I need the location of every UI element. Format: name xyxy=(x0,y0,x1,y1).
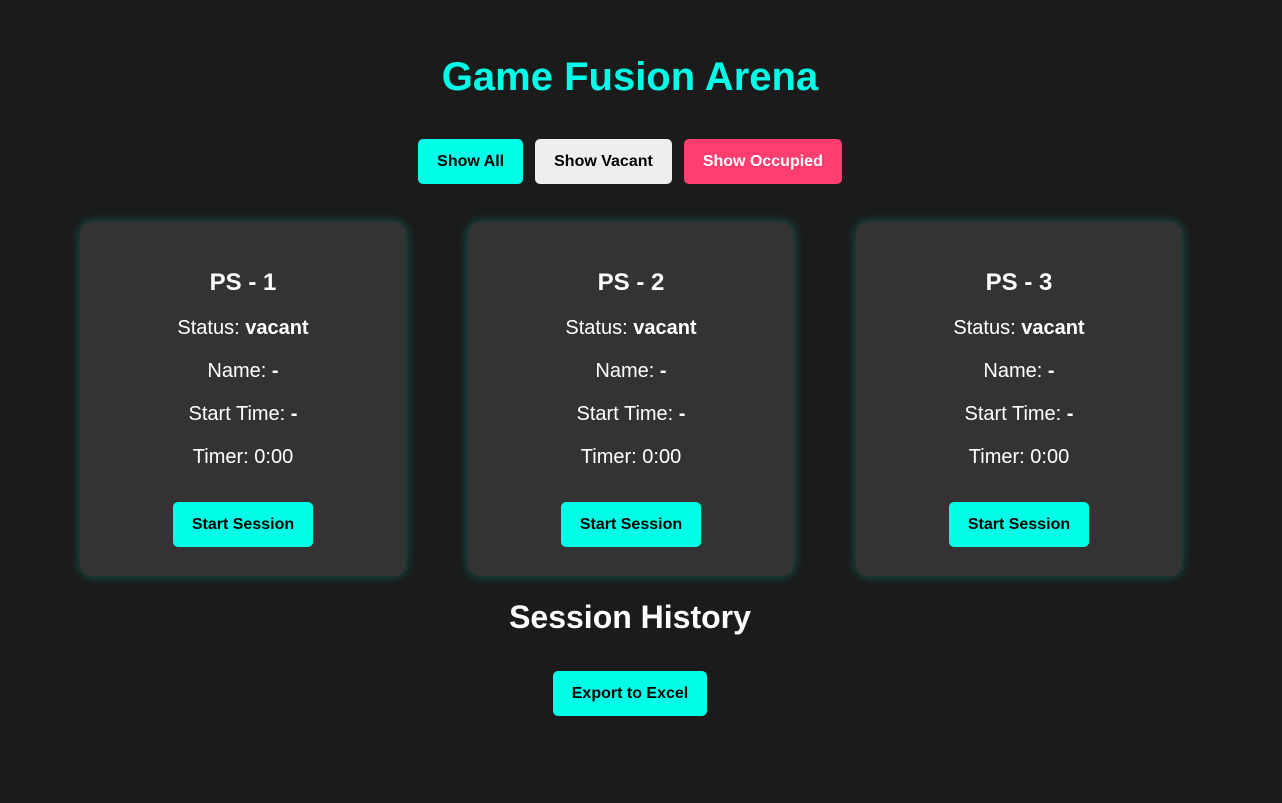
status-label: Status: xyxy=(565,317,628,339)
station-card: PS - 3 Status: vacant Name: - Start Time… xyxy=(856,222,1182,576)
start-time-value: - xyxy=(678,403,686,425)
station-player: Name: - xyxy=(856,359,1182,383)
start-session-button[interactable]: Start Session xyxy=(172,502,314,547)
station-title: PS - 2 xyxy=(597,269,665,296)
start-time-label: Start Time: xyxy=(188,403,286,425)
name-label: Name: xyxy=(595,360,655,382)
show-vacant-button[interactable]: Show Vacant xyxy=(535,139,672,184)
app-title: Game Fusion Arena xyxy=(441,55,819,99)
timer-label: Timer: xyxy=(968,446,1025,468)
name-value: - xyxy=(659,360,667,382)
station-title: PS - 1 xyxy=(209,269,277,296)
timer-value: 0:00 xyxy=(642,446,682,468)
station-card: PS - 1 Status: vacant Name: - Start Time… xyxy=(80,222,406,576)
show-all-button[interactable]: Show All xyxy=(418,139,524,184)
station-card: PS - 2 Status: vacant Name: - Start Time… xyxy=(468,222,794,576)
start-time-value: - xyxy=(290,403,298,425)
status-value: vacant xyxy=(633,317,697,339)
station-timer: Timer: 0:00 xyxy=(856,445,1182,469)
export-excel-button[interactable]: Export to Excel xyxy=(552,671,708,716)
station-title: PS - 3 xyxy=(985,269,1053,296)
status-label: Status: xyxy=(177,317,240,339)
station-status: Status: vacant xyxy=(80,316,406,340)
session-history-title: Session History xyxy=(509,599,751,635)
name-label: Name: xyxy=(207,360,267,382)
station-status: Status: vacant xyxy=(468,316,794,340)
start-session-button[interactable]: Start Session xyxy=(948,502,1090,547)
filter-bar: Show All Show Vacant Show Occupied xyxy=(0,139,1260,184)
station-cards: PS - 1 Status: vacant Name: - Start Time… xyxy=(80,222,1182,576)
station-timer: Timer: 0:00 xyxy=(468,445,794,469)
station-player: Name: - xyxy=(80,359,406,383)
start-time-label: Start Time: xyxy=(964,403,1062,425)
station-timer: Timer: 0:00 xyxy=(80,445,406,469)
status-value: vacant xyxy=(1021,317,1085,339)
timer-label: Timer: xyxy=(580,446,637,468)
timer-label: Timer: xyxy=(192,446,249,468)
timer-value: 0:00 xyxy=(254,446,294,468)
timer-value: 0:00 xyxy=(1030,446,1070,468)
station-start-time: Start Time: - xyxy=(856,402,1182,426)
export-row: Export to Excel xyxy=(0,671,1260,716)
start-time-label: Start Time: xyxy=(576,403,674,425)
start-time-value: - xyxy=(1066,403,1074,425)
page: Game Fusion Arena Show All Show Vacant S… xyxy=(0,0,1282,803)
station-start-time: Start Time: - xyxy=(468,402,794,426)
start-session-button[interactable]: Start Session xyxy=(560,502,702,547)
status-value: vacant xyxy=(245,317,309,339)
status-label: Status: xyxy=(953,317,1016,339)
name-value: - xyxy=(1047,360,1055,382)
name-label: Name: xyxy=(983,360,1043,382)
name-value: - xyxy=(271,360,279,382)
show-occupied-button[interactable]: Show Occupied xyxy=(683,139,842,184)
station-start-time: Start Time: - xyxy=(80,402,406,426)
station-status: Status: vacant xyxy=(856,316,1182,340)
station-player: Name: - xyxy=(468,359,794,383)
